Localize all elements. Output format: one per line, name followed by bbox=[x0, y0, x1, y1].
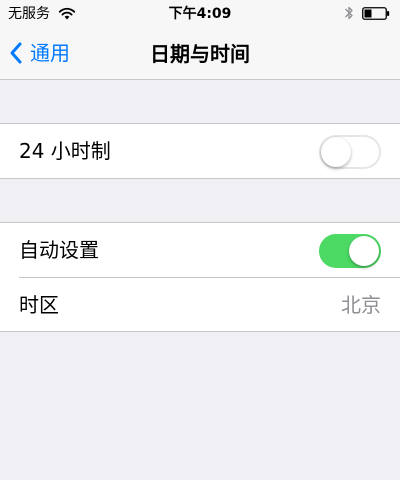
time-zone-value: 北京 bbox=[341, 293, 381, 317]
chevron-left-icon bbox=[10, 42, 22, 64]
toggle-knob bbox=[321, 137, 351, 167]
back-button-label: 通用 bbox=[30, 41, 70, 65]
status-time: 下午4:09 bbox=[168, 6, 232, 22]
toggle-knob bbox=[349, 236, 379, 266]
row-label: 时区 bbox=[19, 293, 59, 317]
toggle-24-hour-time[interactable] bbox=[319, 135, 381, 169]
battery-icon bbox=[362, 7, 390, 20]
back-button[interactable]: 通用 bbox=[8, 36, 70, 70]
row-24-hour-time[interactable]: 24 小时制 bbox=[0, 124, 400, 178]
row-label: 自动设置 bbox=[19, 238, 99, 262]
navigation-bar: 日期与时间 通用 bbox=[0, 28, 400, 80]
settings-section-automatic: 自动设置 时区 北京 bbox=[0, 222, 400, 332]
row-set-automatically[interactable]: 自动设置 bbox=[0, 223, 400, 277]
toggle-set-automatically[interactable] bbox=[319, 234, 381, 268]
settings-section-time-format: 24 小时制 bbox=[0, 123, 400, 179]
bluetooth-icon bbox=[345, 6, 353, 20]
row-label: 24 小时制 bbox=[19, 139, 111, 163]
status-bar: 无服务 下午4:09 bbox=[0, 0, 400, 28]
row-time-zone[interactable]: 时区 北京 bbox=[0, 278, 400, 332]
